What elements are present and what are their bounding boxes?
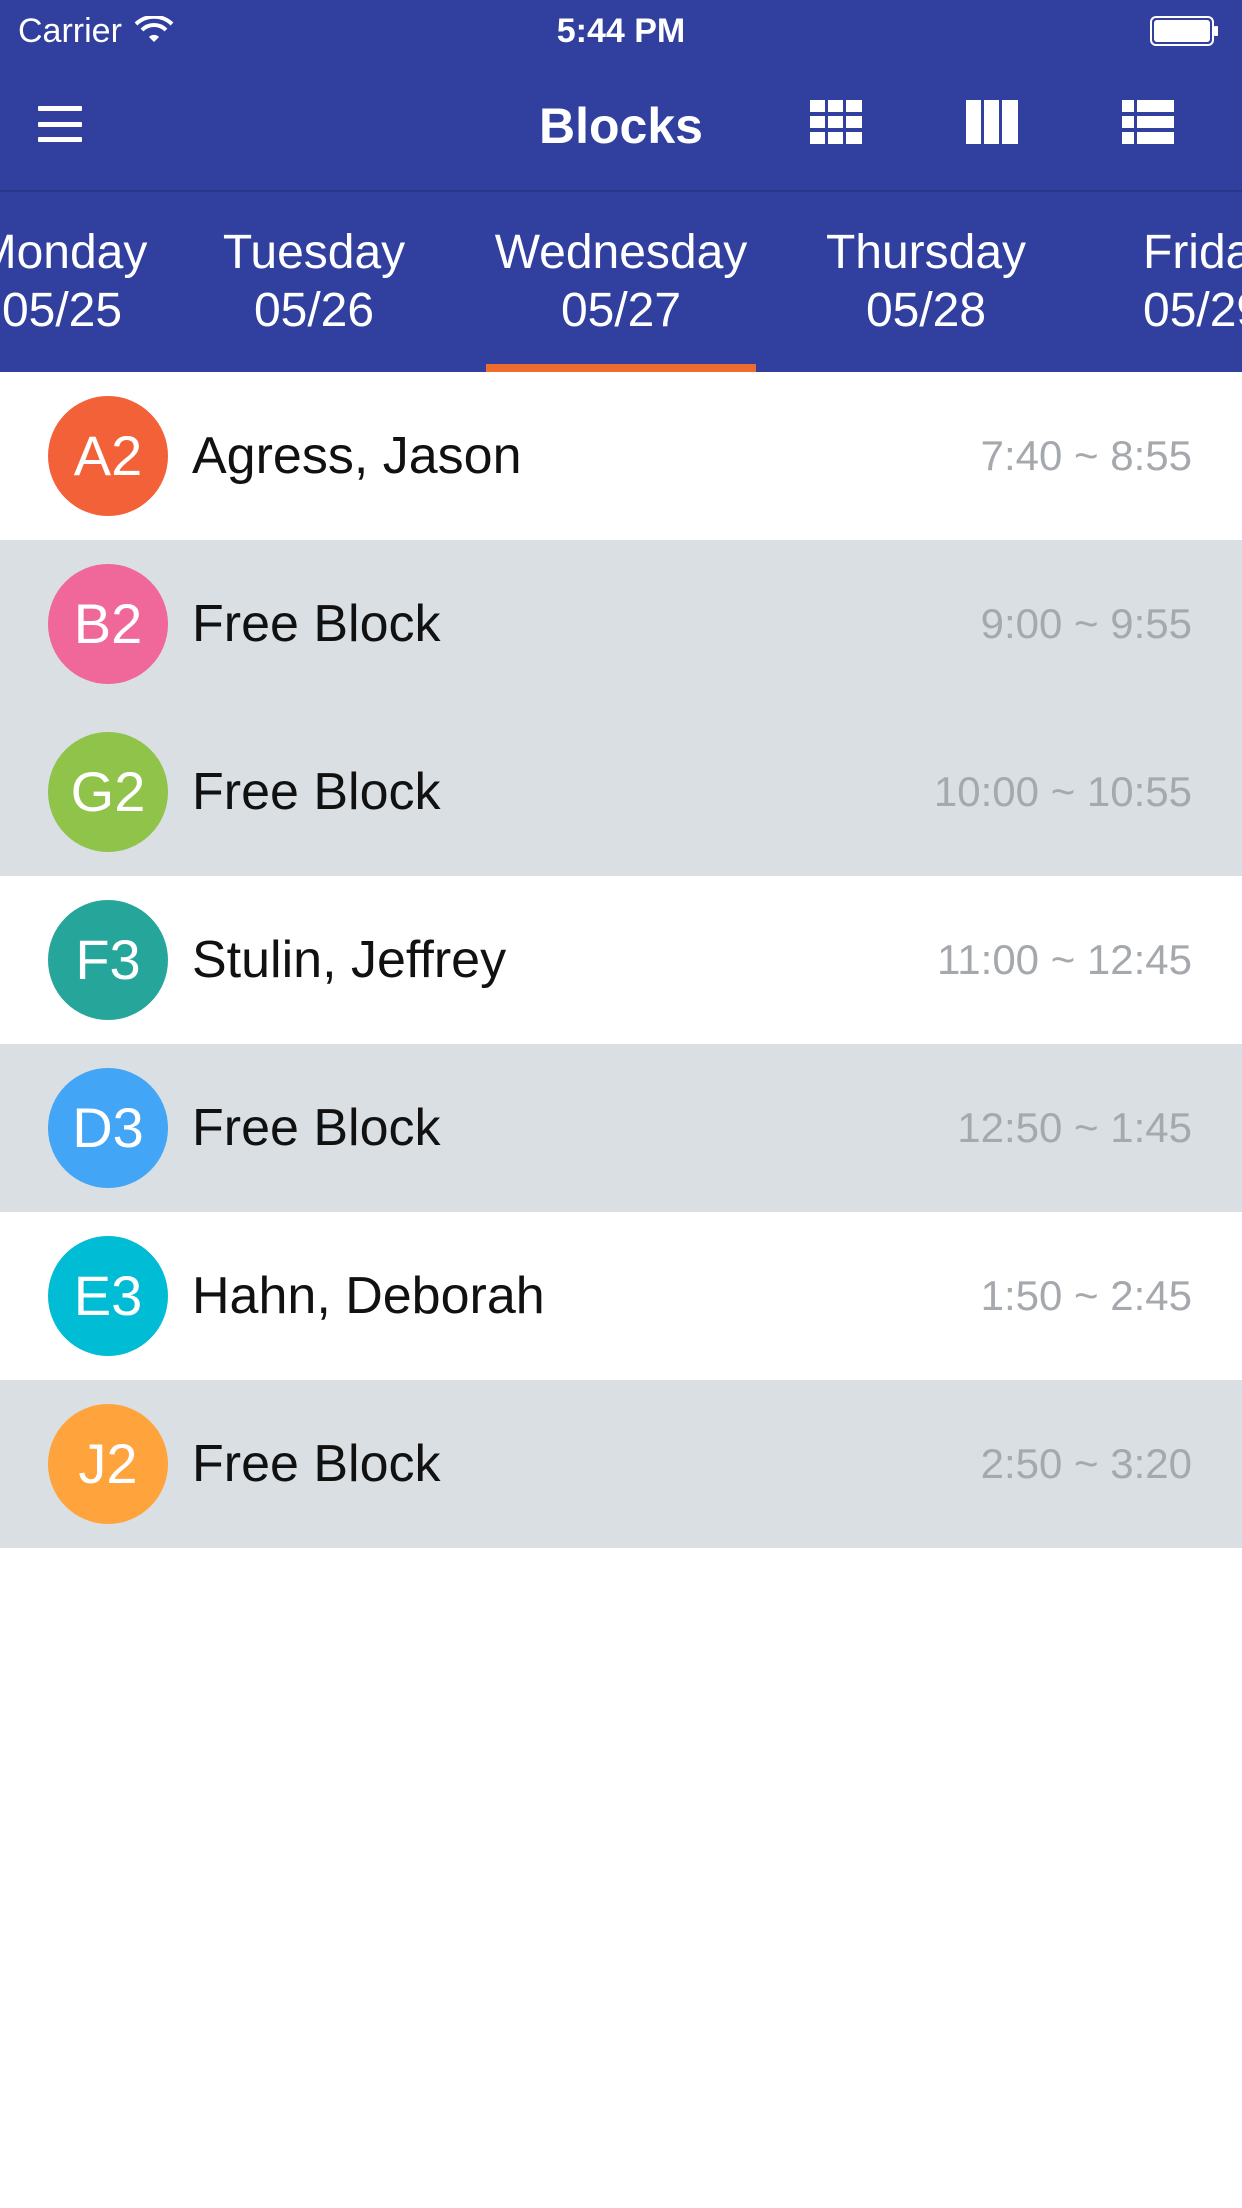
block-title: Free Block: [192, 595, 441, 653]
block-time: 1:50 ~ 2:45: [980, 1272, 1192, 1319]
block-badge: F3: [48, 900, 168, 1020]
tab-friday[interactable]: Friday 05/29: [1143, 224, 1242, 340]
list-item[interactable]: B2 Free Block 9:00 ~ 9:55: [0, 540, 1242, 708]
tab-thursday[interactable]: Thursday 05/28: [786, 224, 1066, 340]
page-title: Blocks: [539, 98, 703, 154]
block-time: 7:40 ~ 8:55: [980, 432, 1192, 479]
grid-view-icon[interactable]: [810, 100, 862, 144]
block-time: 2:50 ~ 3:20: [980, 1440, 1192, 1487]
block-title: Hahn, Deborah: [192, 1267, 545, 1325]
nav-bar: Blocks: [0, 62, 1242, 192]
tab-monday[interactable]: Monday 05/25: [0, 224, 202, 340]
header: Carrier 5:44 PM Blocks onday 05/25 Tuesd…: [0, 0, 1242, 372]
block-time: 11:00 ~ 12:45: [937, 936, 1192, 983]
tab-wednesday[interactable]: Wednesday 05/27: [481, 224, 761, 340]
block-title: Agress, Jason: [192, 427, 522, 485]
block-title: Free Block: [192, 1435, 441, 1493]
day-date: 05/29: [1143, 284, 1242, 337]
day-date: 05/25: [1, 284, 123, 337]
day-date: 05/28: [865, 284, 987, 337]
day-name: Wednesday: [494, 226, 748, 279]
day-date: 05/27: [560, 284, 682, 337]
selected-day-indicator: [486, 364, 756, 372]
block-badge: E3: [48, 1236, 168, 1356]
status-bar: Carrier 5:44 PM: [0, 0, 1242, 62]
list-item[interactable]: F3 Stulin, Jeffrey 11:00 ~ 12:45: [0, 876, 1242, 1044]
day-name: Thursday: [825, 226, 1027, 279]
list-item[interactable]: A2 Agress, Jason 7:40 ~ 8:55: [0, 372, 1242, 540]
list-item[interactable]: J2 Free Block 2:50 ~ 3:20: [0, 1380, 1242, 1548]
block-title: Free Block: [192, 1099, 441, 1157]
block-time: 9:00 ~ 9:55: [980, 600, 1192, 647]
block-time: 10:00 ~ 10:55: [933, 768, 1192, 815]
list-item[interactable]: E3 Hahn, Deborah 1:50 ~ 2:45: [0, 1212, 1242, 1380]
list-item[interactable]: D3 Free Block 12:50 ~ 1:45: [0, 1044, 1242, 1212]
day-date: 05/26: [253, 284, 375, 337]
block-badge: J2: [48, 1404, 168, 1524]
block-badge: G2: [48, 732, 168, 852]
block-badge: D3: [48, 1068, 168, 1188]
block-badge: B2: [48, 564, 168, 684]
day-name: Friday: [1143, 226, 1242, 279]
block-title: Stulin, Jeffrey: [192, 931, 507, 989]
battery-icon: [1150, 16, 1218, 46]
app-screen: Carrier 5:44 PM Blocks onday 05/25 Tuesd…: [0, 0, 1242, 2208]
status-time: 5:44 PM: [556, 12, 686, 50]
day-name: Monday: [0, 226, 148, 279]
list-view-icon[interactable]: [1122, 100, 1174, 144]
day-tabs: Monday 05/25 Tuesday 05/26 Wednesday 05/…: [0, 194, 1242, 372]
list-item[interactable]: G2 Free Block 10:00 ~ 10:55: [0, 708, 1242, 876]
tab-tuesday[interactable]: Tuesday 05/26: [174, 224, 454, 340]
block-badge: A2: [48, 396, 168, 516]
column-view-icon[interactable]: [966, 100, 1018, 144]
block-list: A2 Agress, Jason 7:40 ~ 8:55 B2 Free Block 9:…: [0, 372, 1242, 1548]
block-title: Free Block: [192, 763, 441, 821]
day-name: Tuesday: [222, 226, 406, 279]
block-time: 12:50 ~ 1:45: [957, 1104, 1192, 1151]
